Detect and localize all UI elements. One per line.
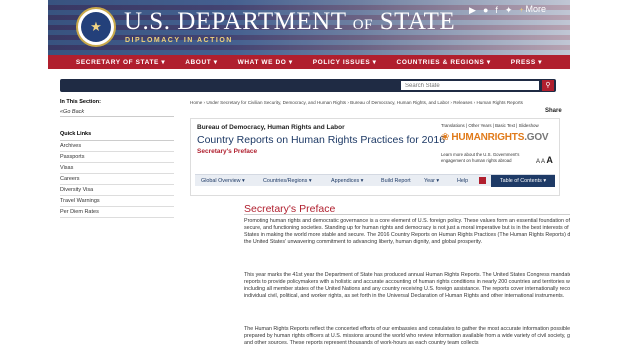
quick-links-heading: Quick Links — [60, 131, 174, 141]
logo-text: HUMANRIGHTS — [451, 132, 525, 143]
header-banner: ★ U.S. DEPARTMENT OF STATE DIPLOMACY IN … — [48, 0, 570, 55]
humanrights-gov-logo[interactable]: ❀ HUMANRIGHTS.GOV — [441, 131, 549, 143]
sidebar-item-travel-warnings[interactable]: Travel Warnings — [60, 196, 174, 207]
content-paragraph-2: This year marks the 41st year the Depart… — [244, 272, 570, 300]
nav-press[interactable]: PRESS ▾ — [511, 58, 542, 66]
main-navigation: SECRETARY OF STATE ▾ ABOUT ▾ WHAT WE DO … — [48, 55, 570, 69]
tab-help[interactable]: Help — [457, 178, 468, 184]
report-title: Country Reports on Human Rights Practice… — [197, 134, 446, 146]
site-tagline: DIPLOMACY IN ACTION — [125, 37, 233, 44]
social-links: ▶ ● f ✦ + More — [469, 4, 546, 16]
more-social-link[interactable]: + More — [519, 4, 546, 16]
search-bar: ⚲ — [60, 79, 556, 92]
content-paragraph-3: The Human Rights Reports reflect the con… — [244, 326, 570, 347]
site-title-end: STATE — [379, 8, 456, 35]
site-title-of: OF — [352, 17, 373, 33]
content-paragraph-1: Promoting human rights and democratic go… — [244, 218, 570, 246]
nav-policy-issues[interactable]: POLICY ISSUES ▾ — [313, 58, 377, 66]
nav-countries-regions[interactable]: COUNTRIES & REGIONS ▾ — [397, 58, 491, 66]
bureau-name: Bureau of Democracy, Human Rights and La… — [197, 124, 345, 131]
print-icon[interactable] — [479, 177, 486, 184]
search-icon[interactable]: ⚲ — [542, 80, 554, 91]
sidebar: In This Section: «Go Back Quick Links Ar… — [60, 99, 174, 218]
go-back-link[interactable]: «Go Back — [60, 108, 174, 117]
nav-about[interactable]: ABOUT ▾ — [185, 58, 217, 66]
site-title[interactable]: U.S. DEPARTMENT OF STATE — [124, 8, 455, 36]
report-subnav: Global Overview ▾ Countries/Regions ▾ Ap… — [195, 174, 555, 187]
tab-countries-regions[interactable]: Countries/Regions ▾ — [263, 178, 312, 184]
learn-more-text[interactable]: Learn more about the U.S. Government's e… — [441, 152, 531, 163]
report-header-card: Bureau of Democracy, Human Rights and La… — [190, 118, 560, 196]
sidebar-item-diversity-visa[interactable]: Diversity Visa — [60, 185, 174, 196]
heading-divider — [244, 214, 570, 215]
department-seal-icon[interactable]: ★ — [76, 7, 116, 47]
flickr-icon[interactable]: ● — [483, 5, 488, 15]
report-subtitle: Secretary's Preface — [197, 148, 258, 155]
sidebar-item-visas[interactable]: Visas — [60, 163, 174, 174]
report-top-links[interactable]: Translations | Other Years | Basic Text … — [441, 123, 539, 128]
search-input[interactable] — [401, 81, 539, 90]
sidebar-item-passports[interactable]: Passports — [60, 152, 174, 163]
tab-year[interactable]: Year ▾ — [424, 178, 439, 184]
twitter-icon[interactable]: ✦ — [505, 5, 513, 15]
logo-gov: .GOV — [524, 132, 549, 143]
font-size-controls[interactable]: A A A — [536, 155, 553, 165]
page-frame: ★ U.S. DEPARTMENT OF STATE DIPLOMACY IN … — [48, 0, 570, 355]
tab-global-overview[interactable]: Global Overview ▾ — [201, 178, 245, 184]
tab-build-report[interactable]: Build Report — [381, 178, 411, 184]
facebook-icon[interactable]: f — [495, 5, 498, 15]
sidebar-section-heading: In This Section: — [60, 99, 101, 105]
video-icon[interactable]: ▶ — [469, 5, 476, 15]
site-title-main: U.S. DEPARTMENT — [124, 8, 347, 35]
table-of-contents-button[interactable]: Table of Contents ▾ — [491, 175, 555, 187]
share-button[interactable]: Share — [545, 108, 562, 114]
tab-appendices[interactable]: Appendices ▾ — [331, 178, 363, 184]
nav-secretary-of-state[interactable]: SECRETARY OF STATE ▾ — [76, 58, 165, 66]
sidebar-item-per-diem-rates[interactable]: Per Diem Rates — [60, 207, 174, 218]
hands-icon: ❀ — [441, 131, 450, 143]
breadcrumb[interactable]: Home › Under Secretary for Civilian Secu… — [190, 100, 560, 105]
sidebar-item-archives[interactable]: Archives — [60, 141, 174, 152]
nav-what-we-do[interactable]: WHAT WE DO ▾ — [238, 58, 293, 66]
sidebar-item-careers[interactable]: Careers — [60, 174, 174, 185]
